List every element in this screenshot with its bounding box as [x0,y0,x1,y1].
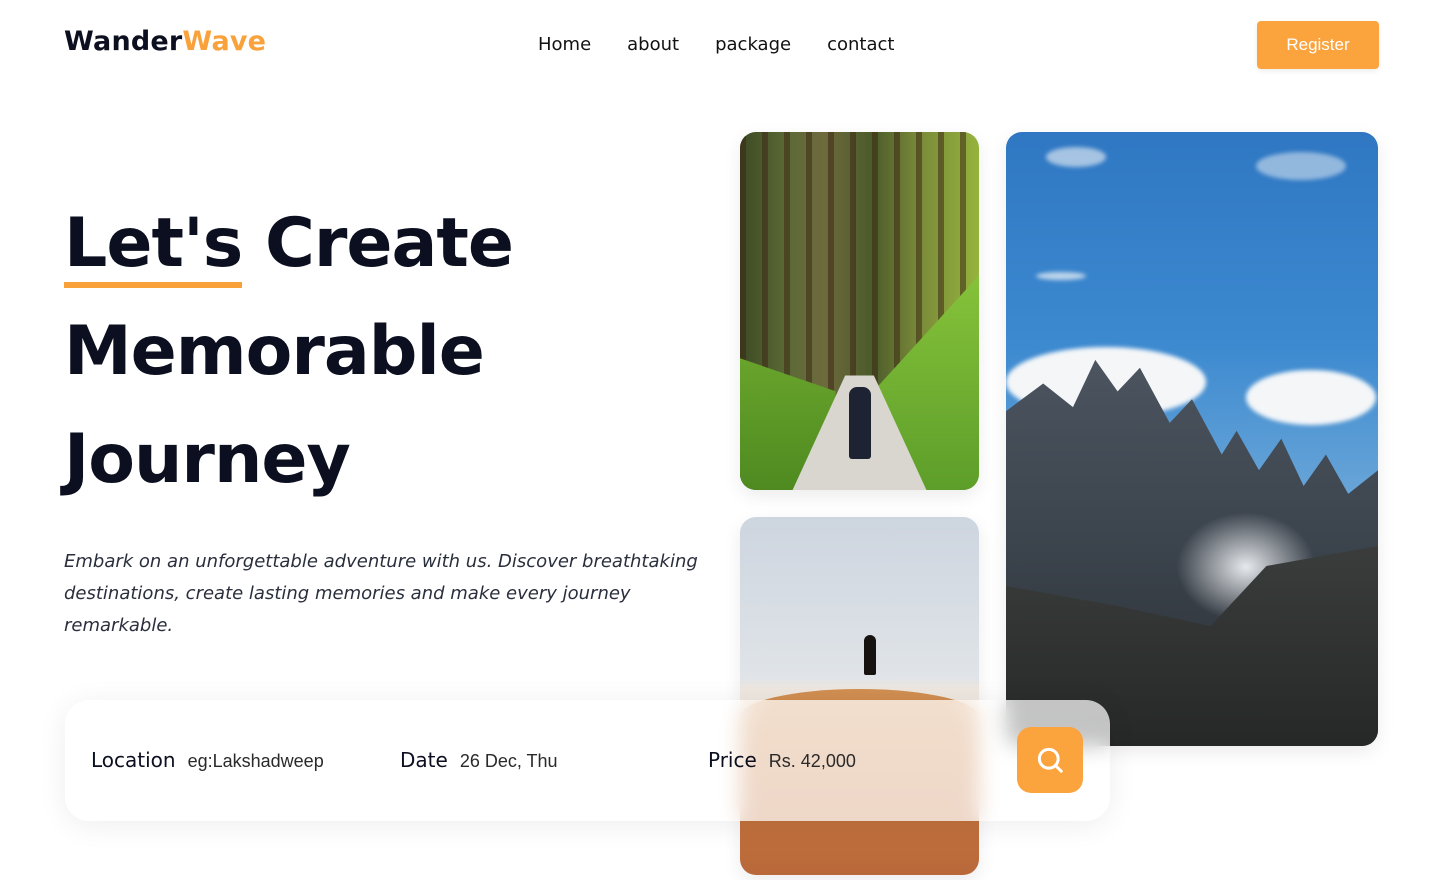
hiker-figure [849,387,871,459]
logo[interactable]: WanderWave [64,26,266,57]
walker-figure [864,635,876,675]
main-nav: Home about package contact [538,34,894,55]
nav-home-link[interactable]: Home [538,34,591,55]
hero-description: Embark on an unforgettable adventure wit… [64,551,698,636]
cloud-shape [1256,152,1346,180]
price-label: Price [708,748,757,772]
cloud-shape [1036,272,1086,280]
nav-contact-link[interactable]: contact [827,34,894,55]
logo-text-accent: Wave [182,26,267,57]
search-button[interactable] [1017,727,1083,793]
register-button[interactable]: Register [1257,21,1379,69]
date-field: Date [400,748,630,772]
hero-title-underlined-word: Let's [64,206,243,288]
nav-package-link[interactable]: package [715,34,791,55]
hero-title: Let's Create Memorable Journey [64,190,704,514]
hero-title-line3: Journey [64,420,351,499]
forest-trail-image [740,132,979,490]
desert-dune-image [740,517,979,875]
location-field: Location [91,748,358,772]
search-icon [1037,747,1063,773]
location-input[interactable] [187,751,358,772]
price-input[interactable] [768,751,939,772]
hero-title-line1-rest: Create [264,204,514,283]
page: WanderWave Home about package contact Re… [0,0,1440,880]
logo-text-primary: Wander [64,26,183,57]
date-input[interactable] [459,751,630,772]
date-label: Date [400,748,448,772]
hero-title-line2: Memorable [64,312,485,391]
nav-about-link[interactable]: about [627,34,679,55]
mountain-peaks-image [1006,132,1378,746]
location-label: Location [91,748,176,772]
search-bar: Location Date Price [65,700,1110,821]
price-field: Price [708,748,939,772]
cloud-shape [1246,370,1376,425]
cloud-shape [1046,147,1106,167]
